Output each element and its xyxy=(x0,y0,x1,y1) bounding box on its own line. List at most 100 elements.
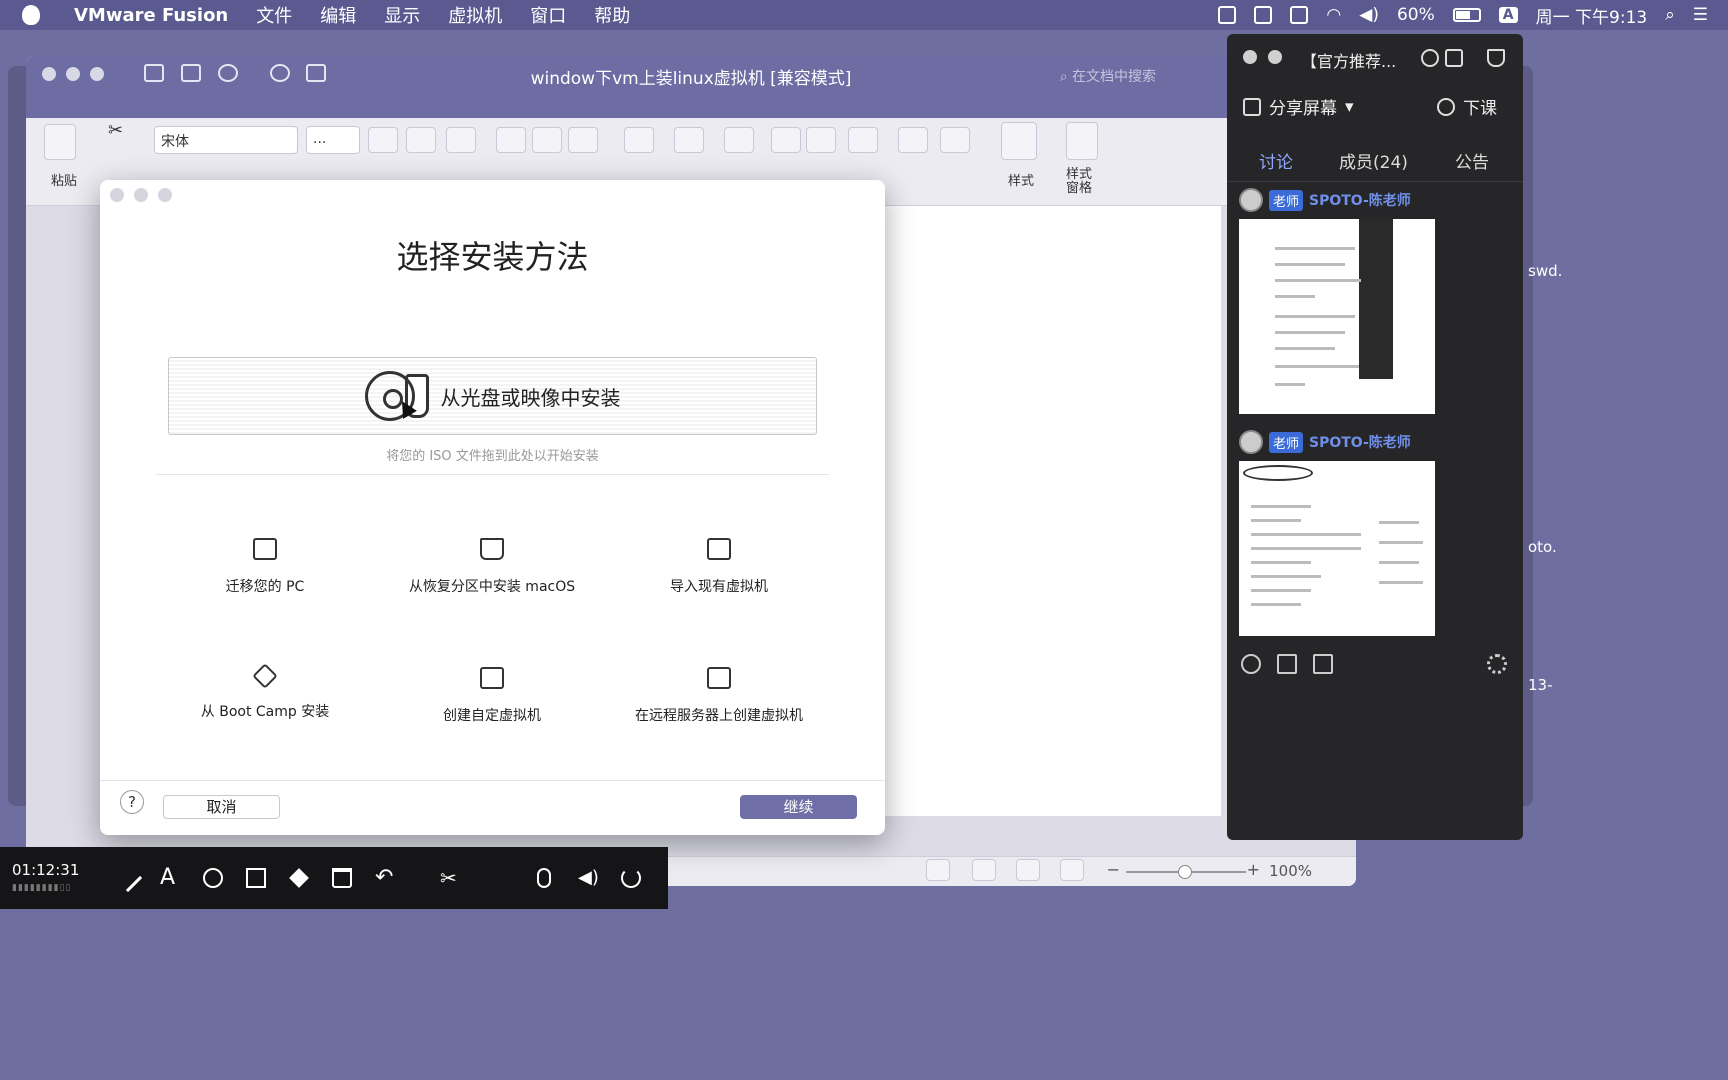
web-layout-icon[interactable] xyxy=(972,859,996,881)
volume-icon[interactable]: ◀) xyxy=(1359,5,1379,25)
share-out-icon[interactable] xyxy=(1445,49,1463,67)
install-from-disc-dropzone[interactable]: 从光盘或映像中安装 xyxy=(168,357,817,435)
phonetic-icon[interactable] xyxy=(532,127,562,153)
screen-share-icon[interactable] xyxy=(1254,6,1273,24)
emoji-icon[interactable] xyxy=(1241,654,1261,674)
end-class-label: 下课 xyxy=(1463,99,1497,119)
close-button[interactable] xyxy=(1243,50,1257,64)
wifi-icon[interactable]: ◠ xyxy=(1326,5,1341,25)
option-import-vm[interactable]: 导入现有虚拟机 xyxy=(594,538,844,596)
sender-name[interactable]: SPOTO-陈老师 xyxy=(1309,432,1411,452)
zoom-level[interactable]: 100% xyxy=(1269,862,1312,880)
outline-icon[interactable] xyxy=(1016,859,1040,881)
char-border-icon[interactable] xyxy=(568,127,598,153)
image-icon[interactable] xyxy=(1313,654,1333,674)
numbering-icon[interactable] xyxy=(674,127,704,153)
menu-help[interactable]: 帮助 xyxy=(594,2,630,28)
option-bootcamp[interactable]: 从 Boot Camp 安装 xyxy=(140,663,390,721)
change-case-icon[interactable] xyxy=(446,127,476,153)
minimize-button[interactable] xyxy=(134,188,148,202)
microphone-icon[interactable] xyxy=(537,868,551,888)
shrink-font-icon[interactable] xyxy=(406,127,436,153)
decrease-indent-icon[interactable] xyxy=(771,127,801,153)
recording-toolbar: 01:12:31 ▮▮▮▮▮▮▮▮▯▯ A ↶ ✂ ◀) xyxy=(0,847,668,909)
menu-view[interactable]: 显示 xyxy=(384,2,420,28)
continue-button[interactable]: 继续 xyxy=(740,795,857,819)
paste-label[interactable]: 粘贴 xyxy=(51,170,77,189)
pen-icon[interactable] xyxy=(113,863,143,893)
cut-icon[interactable]: ✂ xyxy=(108,120,123,141)
tab-announcement[interactable]: 公告 xyxy=(1455,148,1489,173)
sort-icon[interactable] xyxy=(898,127,928,153)
speaker-icon[interactable]: ◀) xyxy=(578,868,599,888)
document-page[interactable] xyxy=(876,206,1221,816)
font-name-select[interactable]: 宋体 xyxy=(154,126,298,154)
minimize-button[interactable] xyxy=(1268,50,1282,64)
multilevel-list-icon[interactable] xyxy=(724,127,754,153)
help-button[interactable]: ? xyxy=(120,790,144,814)
clear-format-icon[interactable] xyxy=(496,127,526,153)
input-method[interactable]: A xyxy=(1498,7,1518,23)
styles-label[interactable]: 样式 xyxy=(1008,170,1034,189)
bullets-icon[interactable] xyxy=(624,127,654,153)
m-app-icon[interactable] xyxy=(1290,6,1309,24)
battery-icon[interactable] xyxy=(1452,8,1481,22)
end-class-button[interactable]: 下课 xyxy=(1437,94,1497,119)
tab-discussion[interactable]: 讨论 xyxy=(1259,148,1293,173)
option-custom-vm[interactable]: 创建自定虚拟机 xyxy=(367,667,617,725)
message-image[interactable] xyxy=(1239,219,1435,414)
scissors-icon[interactable] xyxy=(1277,654,1297,674)
pin-icon[interactable] xyxy=(1487,49,1505,67)
cancel-button[interactable]: 取消 xyxy=(163,795,280,819)
share-screen-button[interactable]: 分享屏幕 ▾ xyxy=(1243,94,1354,119)
zoom-out-icon[interactable]: − xyxy=(1107,860,1120,879)
menu-vm[interactable]: 虚拟机 xyxy=(448,2,502,28)
gear-icon[interactable] xyxy=(1487,654,1507,674)
trash-icon[interactable] xyxy=(332,868,352,888)
option-remote-server[interactable]: 在远程服务器上创建虚拟机 xyxy=(594,667,844,725)
extension-icon[interactable] xyxy=(1218,6,1237,24)
apple-icon[interactable] xyxy=(22,5,40,25)
sender-name[interactable]: SPOTO-陈老师 xyxy=(1309,190,1411,210)
menu-window[interactable]: 窗口 xyxy=(530,2,566,28)
spotlight-icon[interactable]: ⌕ xyxy=(1665,5,1675,25)
show-marks-icon[interactable] xyxy=(940,127,970,153)
styles-pane-label[interactable]: 样式 窗格 xyxy=(1066,168,1098,196)
eraser-icon[interactable] xyxy=(289,868,309,888)
message-image[interactable] xyxy=(1239,461,1435,636)
paste-icon[interactable] xyxy=(44,124,76,160)
zoom-button[interactable] xyxy=(158,188,172,202)
styles-icon[interactable] xyxy=(1001,122,1037,160)
menu-edit[interactable]: 编辑 xyxy=(320,2,356,28)
draft-icon[interactable] xyxy=(1060,859,1084,881)
undo-icon[interactable]: ↶ xyxy=(375,867,395,889)
circle-tool-icon[interactable] xyxy=(203,868,223,888)
text-direction-icon[interactable] xyxy=(848,127,878,153)
increase-indent-icon[interactable] xyxy=(806,127,836,153)
rectangle-tool-icon[interactable] xyxy=(246,868,266,888)
image-line xyxy=(1275,295,1315,298)
recording-timer: 01:12:31 xyxy=(12,861,80,879)
app-menu[interactable]: VMware Fusion xyxy=(74,5,228,26)
document-search[interactable]: ⌕ 在文档中搜索 xyxy=(1060,66,1156,86)
power-icon[interactable] xyxy=(621,868,641,888)
avatar[interactable] xyxy=(1239,430,1263,454)
clock[interactable]: 周一 下午9:13 xyxy=(1536,3,1648,28)
zoom-in-icon[interactable]: + xyxy=(1247,860,1260,879)
text-tool-icon[interactable]: A xyxy=(160,867,180,889)
print-layout-icon[interactable] xyxy=(926,859,950,881)
styles-pane-icon[interactable] xyxy=(1066,122,1098,160)
airplane-icon[interactable] xyxy=(1421,49,1439,67)
avatar[interactable] xyxy=(1239,188,1263,212)
font-size-select[interactable]: ... xyxy=(306,126,360,154)
image-line xyxy=(1379,521,1419,524)
option-migrate-pc[interactable]: 迁移您的 PC xyxy=(140,538,390,596)
notification-center-icon[interactable]: ☰ xyxy=(1693,5,1708,25)
option-recovery-macos[interactable]: 从恢复分区中安装 macOS xyxy=(367,538,617,596)
close-button[interactable] xyxy=(110,188,124,202)
grow-font-icon[interactable] xyxy=(368,127,398,153)
menu-file[interactable]: 文件 xyxy=(256,2,292,28)
scissors-icon[interactable]: ✂ xyxy=(440,868,460,888)
tab-members[interactable]: 成员(24) xyxy=(1339,148,1408,173)
zoom-slider-handle[interactable] xyxy=(1178,865,1192,879)
